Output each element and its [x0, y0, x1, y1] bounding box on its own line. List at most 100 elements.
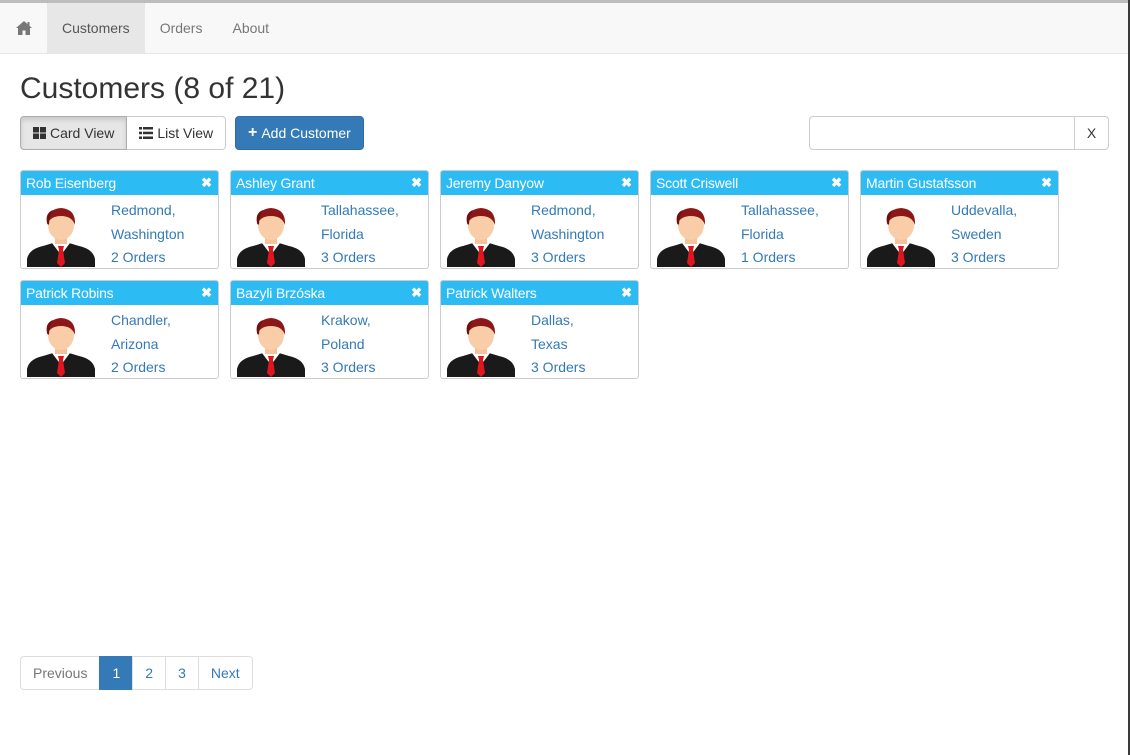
customer-info: Tallahassee, Florida 1 Orders	[741, 199, 819, 268]
customer-card: Patrick Robins ✖ Chandler, Arizona 2 Ord…	[20, 280, 219, 379]
delete-icon[interactable]: ✖	[621, 175, 632, 191]
delete-icon[interactable]: ✖	[201, 285, 212, 301]
customer-orders-link[interactable]: 3 Orders	[951, 246, 1017, 268]
pagination-page-2[interactable]: 2	[132, 656, 167, 690]
pagination-next[interactable]: Next	[197, 656, 253, 690]
delete-icon[interactable]: ✖	[411, 285, 422, 301]
nav-home[interactable]	[0, 3, 47, 53]
card-header: Jeremy Danyow ✖	[441, 171, 638, 195]
customer-name-link[interactable]: Bazyli Brzóska	[236, 285, 325, 301]
view-toggle: Card View List View	[20, 116, 227, 150]
home-icon	[15, 21, 32, 35]
list-view-label: List View	[157, 125, 214, 141]
add-customer-label: Add Customer	[261, 125, 351, 141]
customer-card: Rob Eisenberg ✖ Redmond, Washington 2 Or…	[20, 170, 219, 269]
delete-icon[interactable]: ✖	[201, 175, 212, 191]
delete-icon[interactable]: ✖	[411, 175, 422, 191]
customer-card: Patrick Walters ✖ Dallas, Texas 3 Orders	[440, 280, 639, 379]
customer-card: Bazyli Brzóska ✖ Krakow, Poland 3 Orders	[230, 280, 429, 379]
delete-icon[interactable]: ✖	[831, 175, 842, 191]
nav-about[interactable]: About	[217, 3, 284, 53]
customer-info: Redmond, Washington 3 Orders	[531, 199, 604, 268]
customer-name-link[interactable]: Rob Eisenberg	[26, 175, 116, 191]
delete-icon[interactable]: ✖	[1041, 175, 1052, 191]
customer-info: Dallas, Texas 3 Orders	[531, 309, 585, 378]
customer-name-link[interactable]: Martin Gustafsson	[866, 175, 976, 191]
pagination-page-3[interactable]: 3	[165, 656, 199, 690]
nav-orders[interactable]: Orders	[145, 3, 218, 53]
card-body: Dallas, Texas 3 Orders	[441, 305, 638, 378]
plus-icon: +	[248, 124, 258, 141]
customer-card: Jeremy Danyow ✖ Redmond, Washington 3 Or…	[440, 170, 639, 269]
pagination: Previous 1 2 3 Next	[20, 656, 253, 690]
customer-city-link[interactable]: Krakow,	[321, 309, 375, 333]
customer-name-link[interactable]: Patrick Robins	[26, 285, 114, 301]
customer-orders-link[interactable]: 3 Orders	[321, 356, 375, 378]
customer-city-link[interactable]: Redmond,	[111, 199, 184, 223]
card-body: Uddevalla, Sweden 3 Orders	[861, 195, 1058, 268]
pagination-previous[interactable]: Previous	[20, 656, 101, 690]
person-avatar-icon	[237, 208, 305, 267]
add-customer-button[interactable]: + Add Customer	[235, 116, 364, 150]
customer-info: Krakow, Poland 3 Orders	[321, 309, 375, 378]
card-header: Rob Eisenberg ✖	[21, 171, 218, 195]
card-view-button[interactable]: Card View	[20, 116, 128, 150]
customer-city-link[interactable]: Chandler,	[111, 309, 171, 333]
customer-state-link[interactable]: Washington	[111, 223, 184, 247]
person-avatar-icon	[27, 318, 95, 377]
customer-orders-link[interactable]: 3 Orders	[321, 246, 399, 268]
list-icon	[139, 127, 154, 139]
customer-info: Tallahassee, Florida 3 Orders	[321, 199, 399, 268]
navbar: Customers Orders About	[0, 3, 1128, 54]
customer-state-link[interactable]: Arizona	[111, 333, 171, 357]
customer-state-link[interactable]: Texas	[531, 333, 585, 357]
card-view-label: Card View	[50, 125, 115, 141]
customer-city-link[interactable]: Tallahassee,	[321, 199, 399, 223]
card-header: Patrick Robins ✖	[21, 281, 218, 305]
customer-name-link[interactable]: Jeremy Danyow	[446, 175, 544, 191]
customer-card: Martin Gustafsson ✖ Uddevalla, Sweden 3 …	[860, 170, 1059, 269]
customer-orders-link[interactable]: 3 Orders	[531, 246, 604, 268]
delete-icon[interactable]: ✖	[621, 285, 632, 301]
card-header: Scott Criswell ✖	[651, 171, 848, 195]
customer-city-link[interactable]: Tallahassee,	[741, 199, 819, 223]
person-avatar-icon	[447, 208, 515, 267]
customer-city-link[interactable]: Uddevalla,	[951, 199, 1017, 223]
person-avatar-icon	[237, 318, 305, 377]
list-view-button[interactable]: List View	[127, 116, 227, 150]
customer-orders-link[interactable]: 2 Orders	[111, 356, 171, 378]
customer-city-link[interactable]: Dallas,	[531, 309, 585, 333]
nav-customers[interactable]: Customers	[47, 3, 145, 53]
customer-orders-link[interactable]: 2 Orders	[111, 246, 184, 268]
customer-cards: Rob Eisenberg ✖ Redmond, Washington 2 Or…	[20, 170, 1080, 379]
card-body: Chandler, Arizona 2 Orders	[21, 305, 218, 378]
pagination-page-1[interactable]: 1	[99, 656, 134, 690]
customer-name-link[interactable]: Patrick Walters	[446, 285, 537, 301]
customer-orders-link[interactable]: 3 Orders	[531, 356, 585, 378]
grid-icon	[33, 127, 46, 139]
person-avatar-icon	[657, 208, 725, 267]
search-clear-button[interactable]: X	[1075, 116, 1109, 150]
card-body: Redmond, Washington 3 Orders	[441, 195, 638, 268]
card-body: Redmond, Washington 2 Orders	[21, 195, 218, 268]
customer-state-link[interactable]: Sweden	[951, 223, 1017, 247]
search-input[interactable]	[809, 116, 1075, 150]
card-header: Patrick Walters ✖	[441, 281, 638, 305]
customer-state-link[interactable]: Florida	[321, 223, 399, 247]
person-avatar-icon	[867, 208, 935, 267]
card-header: Martin Gustafsson ✖	[861, 171, 1058, 195]
customer-state-link[interactable]: Washington	[531, 223, 604, 247]
customer-state-link[interactable]: Poland	[321, 333, 375, 357]
person-avatar-icon	[447, 318, 515, 377]
card-body: Tallahassee, Florida 1 Orders	[651, 195, 848, 268]
customer-state-link[interactable]: Florida	[741, 223, 819, 247]
customer-name-link[interactable]: Ashley Grant	[236, 175, 315, 191]
customer-info: Chandler, Arizona 2 Orders	[111, 309, 171, 378]
card-header: Bazyli Brzóska ✖	[231, 281, 428, 305]
customer-name-link[interactable]: Scott Criswell	[656, 175, 738, 191]
person-avatar-icon	[27, 208, 95, 267]
search-group: X	[809, 116, 1109, 150]
customer-city-link[interactable]: Redmond,	[531, 199, 604, 223]
card-body: Tallahassee, Florida 3 Orders	[231, 195, 428, 268]
customer-orders-link[interactable]: 1 Orders	[741, 246, 819, 268]
